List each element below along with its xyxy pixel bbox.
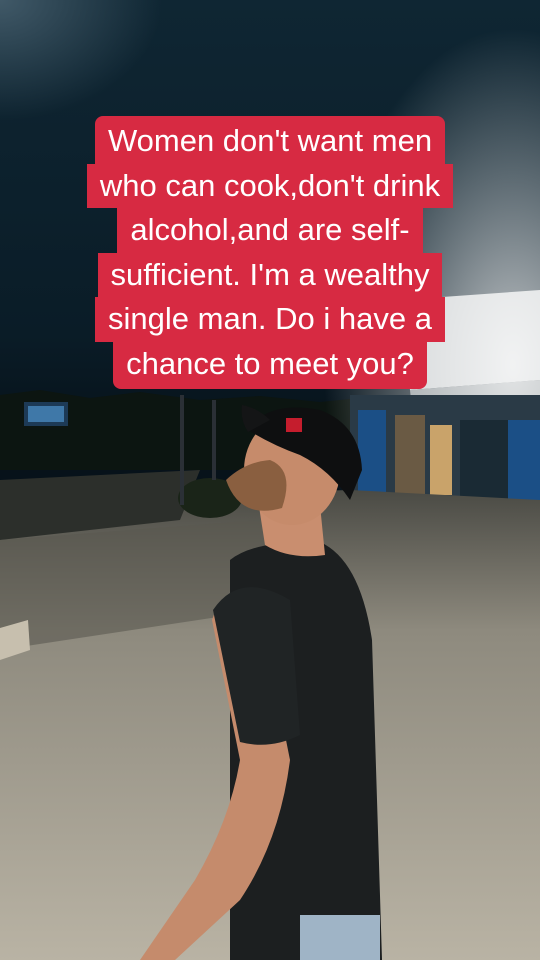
caption-overlay: Women don't want men who can cook,don't … [0, 116, 540, 389]
caption-line: Women don't want men [94, 116, 446, 164]
caption-line: single man. Do i have a [95, 297, 445, 342]
video-frame: Women don't want men who can cook,don't … [0, 0, 540, 960]
caption-line: who can cook,don't drink [86, 163, 454, 208]
caption-line: chance to meet you? [113, 341, 427, 389]
caption-line: alcohol,and are self- [117, 208, 423, 253]
caption-line: sufficient. I'm a wealthy [97, 252, 443, 297]
